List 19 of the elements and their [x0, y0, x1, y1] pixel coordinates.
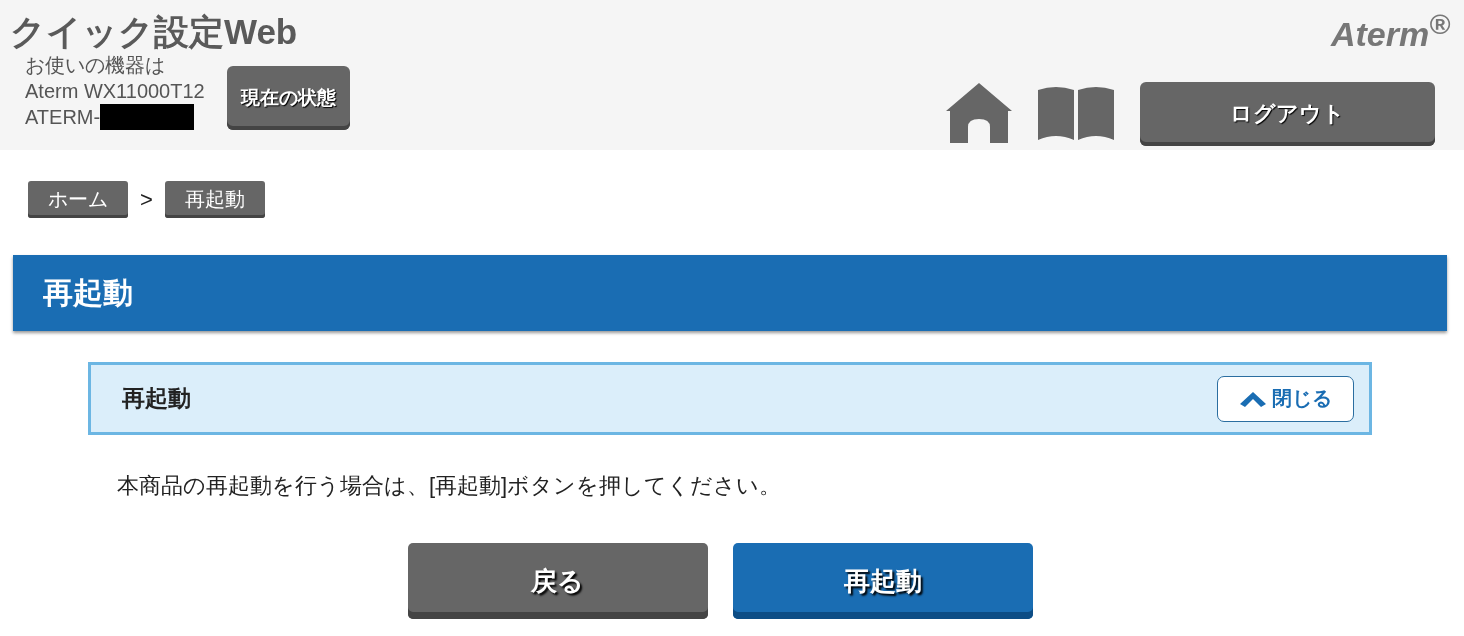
- page-title: 再起動: [43, 274, 133, 311]
- back-button[interactable]: 戻る: [407, 543, 708, 619]
- chevron-up-icon: [1239, 389, 1266, 408]
- status-button[interactable]: 現在の状態: [226, 66, 350, 130]
- device-label: お使いの機器は: [25, 53, 166, 78]
- device-model: Aterm WX11000T12: [25, 79, 205, 104]
- instruction-text: 本商品の再起動を行う場合は、[再起動]ボタンを押してください。: [117, 472, 783, 500]
- home-icon[interactable]: [946, 83, 1012, 146]
- book-icon[interactable]: [1038, 86, 1114, 143]
- device-id: ATERM-: [25, 105, 101, 130]
- breadcrumb-separator: >: [140, 186, 153, 213]
- breadcrumb-link[interactable]: 再起動: [164, 181, 265, 218]
- restart-button[interactable]: 再起動: [732, 543, 1033, 619]
- section-title: 再起動: [122, 384, 191, 413]
- close-toggle-button[interactable]: 閉じる: [1217, 375, 1354, 422]
- logout-button[interactable]: ログアウト: [1140, 82, 1435, 147]
- app-title: クイック設定Web: [10, 12, 299, 52]
- logo: Aterm$^{®}$: [1330, 7, 1450, 55]
- breadcrumb-link[interactable]: ホーム: [28, 181, 128, 218]
